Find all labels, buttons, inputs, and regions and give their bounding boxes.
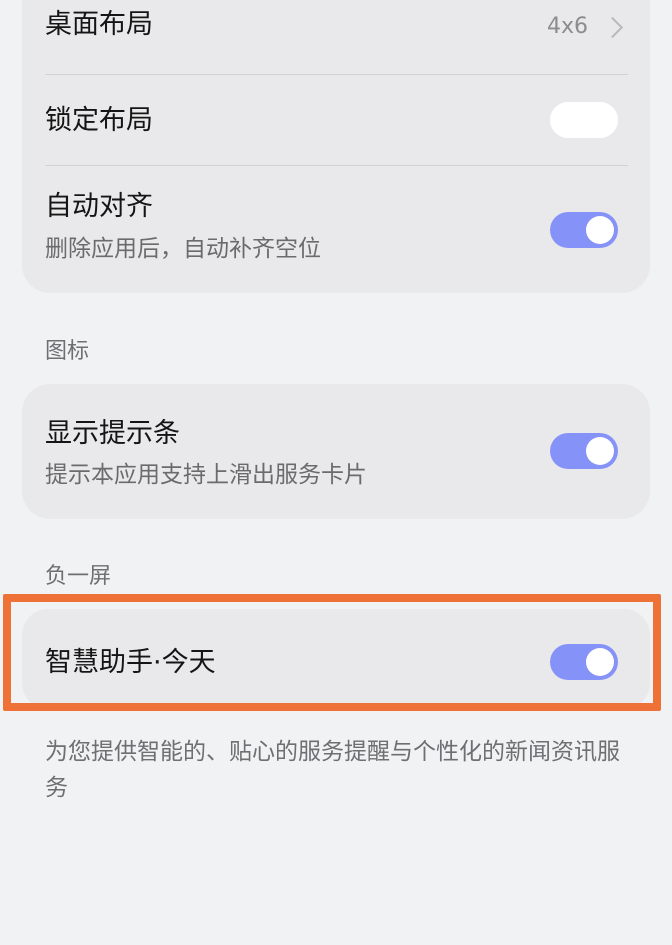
- desktop-layout-row[interactable]: 桌面布局 4x6: [22, 0, 650, 74]
- show-hint-bar-title: 显示提示条: [45, 418, 180, 449]
- chevron-right-icon: [601, 16, 624, 39]
- lock-layout-toggle[interactable]: [550, 102, 618, 138]
- show-hint-bar-toggle[interactable]: [550, 433, 618, 469]
- lock-layout-row: 锁定布局: [22, 75, 650, 165]
- auto-align-toggle[interactable]: [550, 212, 618, 248]
- show-hint-bar-subtitle: 提示本应用支持上滑出服务卡片: [45, 462, 367, 488]
- show-hint-bar-row: 显示提示条 提示本应用支持上滑出服务卡片: [22, 384, 650, 519]
- smart-assistant-description: 为您提供智能的、贴心的服务提醒与个性化的新闻资讯服务: [45, 739, 620, 801]
- toggle-knob: [586, 216, 614, 244]
- smart-assistant-row: 智慧助手·今天: [22, 609, 650, 709]
- icon-settings-card: 显示提示条 提示本应用支持上滑出服务卡片: [22, 384, 650, 519]
- desktop-layout-title: 桌面布局: [45, 9, 153, 40]
- toggle-knob: [586, 437, 614, 465]
- section-header-icons: 图标: [45, 339, 90, 364]
- toggle-knob: [586, 648, 614, 676]
- minus-one-screen-card: 智慧助手·今天: [22, 609, 650, 709]
- desktop-layout-value: 4x6: [546, 14, 588, 39]
- smart-assistant-toggle[interactable]: [550, 644, 618, 680]
- smart-assistant-title: 智慧助手·今天: [45, 647, 216, 678]
- auto-align-title: 自动对齐: [45, 191, 153, 222]
- lock-layout-title: 锁定布局: [45, 105, 153, 136]
- section-header-minus-one-screen: 负一屏: [45, 564, 112, 589]
- layout-settings-card: 桌面布局 4x6 锁定布局 自动对齐 删除应用后，自动补齐空位: [22, 0, 650, 293]
- auto-align-subtitle: 删除应用后，自动补齐空位: [45, 236, 321, 262]
- auto-align-row: 自动对齐 删除应用后，自动补齐空位: [22, 166, 650, 293]
